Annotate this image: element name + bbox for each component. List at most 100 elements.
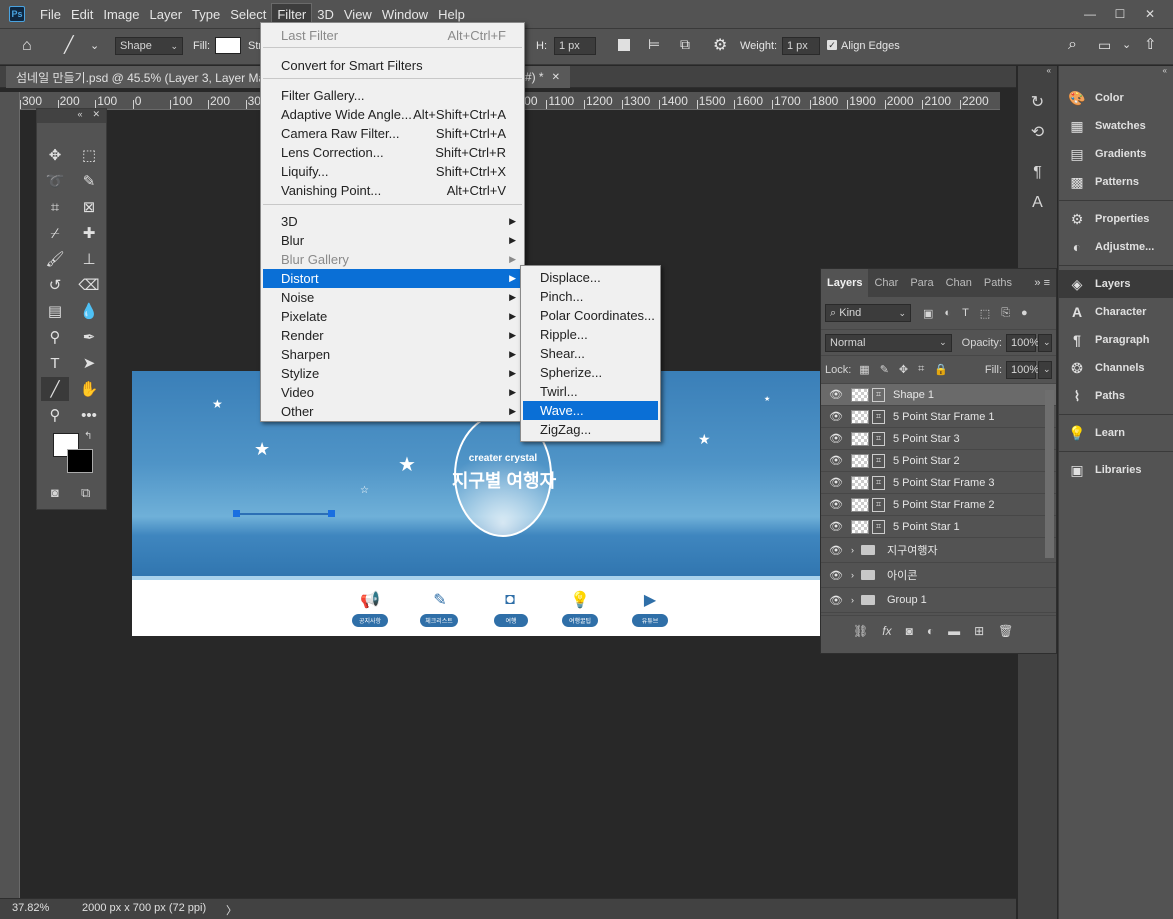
- filter-menu-item[interactable]: Render ▶: [263, 326, 522, 345]
- panel-color[interactable]: 🎨 Color: [1059, 84, 1173, 112]
- chevron-down-icon[interactable]: ⌄: [1038, 333, 1052, 352]
- menu-file[interactable]: File: [35, 4, 66, 25]
- collapse-icon[interactable]: «: [77, 109, 82, 123]
- background-color-swatch[interactable]: [67, 449, 93, 473]
- workspace-icon[interactable]: ▭: [1098, 37, 1111, 54]
- search-icon[interactable]: ⌕: [1068, 36, 1077, 54]
- distort-menu-item[interactable]: Polar Coordinates...: [523, 306, 658, 325]
- panel-adjustments[interactable]: ◐ Adjustme...: [1059, 233, 1173, 261]
- anchor-handle[interactable]: [233, 510, 240, 517]
- layer-row[interactable]: 👁 ⌗ 5 Point Star Frame 3: [821, 472, 1056, 494]
- dodge-tool-icon[interactable]: ⚲: [41, 325, 69, 349]
- menu-edit[interactable]: Edit: [66, 4, 98, 25]
- line-shape[interactable]: [237, 513, 333, 515]
- hand-tool-icon[interactable]: ✋: [75, 377, 103, 401]
- filter-menu-item[interactable]: Stylize ▶: [263, 364, 522, 383]
- character-styles-icon[interactable]: A: [1018, 188, 1057, 218]
- layer-row[interactable]: 👁 ⌗ 5 Point Star 2: [821, 450, 1056, 472]
- layer-row[interactable]: 👁 ⌗ Shape 1: [821, 384, 1056, 406]
- trash-icon[interactable]: 🗑: [998, 624, 1013, 638]
- type-filter-icon[interactable]: T: [962, 307, 969, 320]
- adjustment-layer-icon[interactable]: ◐: [927, 624, 934, 638]
- filter-toggle-icon[interactable]: ●: [1021, 307, 1028, 320]
- blur-tool-icon[interactable]: 💧: [75, 299, 103, 323]
- panel-libraries[interactable]: ▣ Libraries: [1059, 456, 1173, 484]
- anchor-handle[interactable]: [328, 510, 335, 517]
- new-layer-icon[interactable]: ⊞: [974, 624, 984, 638]
- lasso-tool-icon[interactable]: ➰: [41, 169, 69, 193]
- panel-paths[interactable]: ⌇ Paths: [1059, 382, 1173, 410]
- chevron-down-icon[interactable]: ⌄: [90, 39, 99, 52]
- layer-row[interactable]: 👁 ⌗ 5 Point Star 3: [821, 428, 1056, 450]
- frame-tool-icon[interactable]: ⊠: [75, 195, 103, 219]
- filter-menu-item[interactable]: Lens Correction... Shift+Ctrl+R: [263, 143, 522, 162]
- tab-paragraph[interactable]: Para: [904, 277, 939, 289]
- share-icon[interactable]: ⇧: [1144, 35, 1157, 53]
- eraser-tool-icon[interactable]: ⌫: [75, 273, 103, 297]
- add-mask-icon[interactable]: ◙: [906, 624, 913, 638]
- pen-tool-icon[interactable]: ✒: [75, 325, 103, 349]
- eye-icon[interactable]: 👁: [821, 410, 851, 423]
- home-icon[interactable]: ⌂: [22, 37, 32, 55]
- layer-group-row[interactable]: 👁 › 아이콘: [821, 563, 1056, 588]
- path-arrangement-icon[interactable]: ⧉: [680, 36, 690, 53]
- distort-menu-item[interactable]: Ripple...: [523, 325, 658, 344]
- crop-tool-icon[interactable]: ⌗: [41, 195, 69, 219]
- status-menu-arrow[interactable]: 〉: [226, 902, 237, 918]
- healing-brush-tool-icon[interactable]: ✚: [75, 221, 103, 245]
- close-icon[interactable]: ✕: [92, 109, 100, 123]
- opacity-input[interactable]: 100%: [1006, 333, 1039, 352]
- panel-swatches[interactable]: ▦ Swatches: [1059, 112, 1173, 140]
- fx-icon[interactable]: fx: [882, 624, 891, 638]
- quick-select-tool-icon[interactable]: ✎: [75, 169, 103, 193]
- marquee-tool-icon[interactable]: ⬚: [75, 143, 103, 167]
- panel-learn[interactable]: 💡 Learn: [1059, 419, 1173, 447]
- lock-pixels-icon[interactable]: ▦: [859, 363, 869, 376]
- distort-menu-item[interactable]: Wave...: [523, 401, 658, 420]
- type-tool-icon[interactable]: T: [41, 351, 69, 375]
- swap-colors-icon[interactable]: ↰: [84, 431, 92, 442]
- collapse-icon[interactable]: «: [1018, 66, 1057, 76]
- new-group-icon[interactable]: ▬: [948, 624, 960, 638]
- eye-icon[interactable]: 👁: [821, 432, 851, 445]
- lock-paint-icon[interactable]: ✎: [880, 363, 889, 376]
- distort-menu-item[interactable]: Spherize...: [523, 363, 658, 382]
- filter-menu-item[interactable]: Liquify... Shift+Ctrl+X: [263, 162, 522, 181]
- panel-layers[interactable]: ◈ Layers: [1059, 270, 1173, 298]
- history-brush-tool-icon[interactable]: ↺: [41, 273, 69, 297]
- blend-mode-select[interactable]: Normal ⌄: [825, 333, 952, 352]
- pixel-filter-icon[interactable]: ▣: [923, 307, 933, 320]
- brush-tool-icon[interactable]: 🖌: [41, 247, 69, 271]
- zoom-tool-icon[interactable]: ⚲: [41, 403, 69, 427]
- lock-all-icon[interactable]: 🔒: [934, 363, 948, 376]
- history-icon[interactable]: ↻: [1018, 88, 1057, 118]
- paragraph-styles-icon[interactable]: ¶: [1018, 158, 1057, 188]
- align-edges-checkbox[interactable]: ✓: [827, 40, 837, 50]
- minimize-button[interactable]: —: [1075, 3, 1105, 25]
- filter-menu-item[interactable]: Convert for Smart Filters: [263, 56, 522, 75]
- smart-object-filter-icon[interactable]: ⎘: [1001, 307, 1010, 320]
- chevron-down-icon[interactable]: ⌄: [1122, 38, 1131, 51]
- eyedropper-tool-icon[interactable]: ⌿: [41, 221, 69, 245]
- tab-layers[interactable]: Layers: [821, 269, 869, 297]
- distort-menu-item[interactable]: Shear...: [523, 344, 658, 363]
- path-operations-icon[interactable]: [618, 39, 630, 51]
- tool-mode-select[interactable]: Shape ⌄: [115, 37, 183, 55]
- distort-menu-item[interactable]: Twirl...: [523, 382, 658, 401]
- filter-menu-item[interactable]: Camera Raw Filter... Shift+Ctrl+A: [263, 124, 522, 143]
- filter-menu-item[interactable]: Vanishing Point... Alt+Ctrl+V: [263, 181, 522, 200]
- lock-artboard-icon[interactable]: ⌗: [918, 363, 924, 376]
- panel-menu-icon[interactable]: » ≡: [1034, 277, 1056, 289]
- filter-menu-item[interactable]: Noise ▶: [263, 288, 522, 307]
- fill-swatch[interactable]: [215, 37, 241, 54]
- lock-position-icon[interactable]: ✥: [899, 363, 908, 376]
- distort-menu-item[interactable]: ZigZag...: [523, 420, 658, 439]
- filter-menu-item[interactable]: Distort ▶: [263, 269, 522, 288]
- menu-image[interactable]: Image: [98, 4, 144, 25]
- panel-patterns[interactable]: ▩ Patterns: [1059, 168, 1173, 196]
- layer-row[interactable]: 👁 ⌗ 5 Point Star Frame 2: [821, 494, 1056, 516]
- eye-icon[interactable]: 👁: [821, 520, 851, 533]
- close-icon[interactable]: ✕: [552, 72, 560, 83]
- chevron-right-icon[interactable]: ›: [851, 570, 861, 580]
- path-alignment-icon[interactable]: ⊨: [648, 36, 660, 53]
